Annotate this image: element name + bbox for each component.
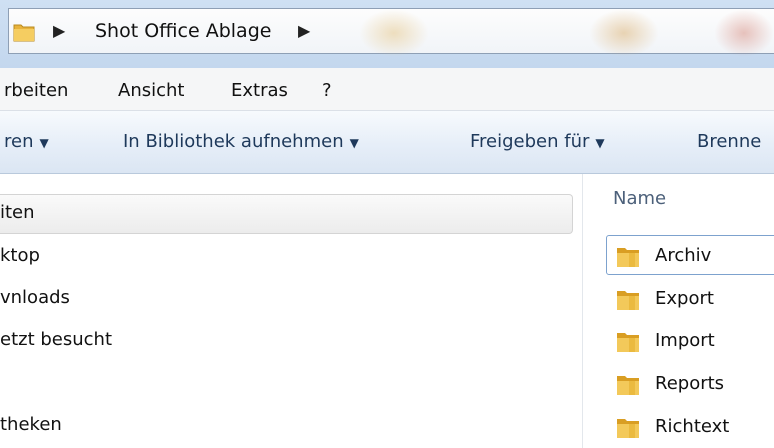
menu-bar: rbeiten Ansicht Extras ? bbox=[0, 68, 774, 111]
folder-icon bbox=[617, 291, 639, 310]
toolbar-organize-button[interactable]: ren ▼ bbox=[4, 131, 49, 152]
toolbar-burn-label: Brenne bbox=[697, 131, 762, 152]
folder-icon bbox=[617, 419, 639, 438]
menu-view[interactable]: Ansicht bbox=[118, 80, 184, 101]
file-list: Name Archiv Export Import Reports Richte… bbox=[583, 174, 774, 448]
toolbar-share-button[interactable]: Freigeben für ▼ bbox=[470, 131, 605, 152]
nav-item-favorites[interactable]: iten bbox=[0, 202, 35, 223]
toolbar-organize-label: ren bbox=[4, 131, 34, 152]
file-name: Reports bbox=[655, 373, 725, 394]
navigation-pane: iten ktop vnloads etzt besucht theken bbox=[0, 174, 582, 448]
breadcrumb-arrow-icon[interactable]: ▶ bbox=[53, 21, 65, 40]
menu-help[interactable]: ? bbox=[322, 80, 332, 101]
folder-icon bbox=[617, 333, 639, 352]
nav-item-recent-places[interactable]: etzt besucht bbox=[0, 329, 112, 350]
folder-icon bbox=[617, 248, 639, 267]
menu-extras[interactable]: Extras bbox=[231, 80, 288, 101]
menu-edit[interactable]: rbeiten bbox=[4, 80, 68, 101]
file-name: Archiv bbox=[655, 245, 712, 266]
address-bar-background-glare bbox=[589, 9, 659, 57]
breadcrumb-arrow-icon[interactable]: ▶ bbox=[298, 21, 310, 40]
nav-item-downloads[interactable]: vnloads bbox=[0, 287, 70, 308]
chevron-down-icon: ▼ bbox=[39, 136, 49, 150]
file-name: Import bbox=[655, 330, 715, 351]
folder-icon bbox=[617, 376, 639, 395]
toolbar-burn-button[interactable]: Brenne bbox=[697, 131, 761, 152]
command-bar: ren ▼ In Bibliothek aufnehmen ▼ Freigeben … bbox=[0, 111, 774, 174]
nav-selection-highlight bbox=[0, 194, 573, 234]
address-bar-area: ▶ Shot Office Ablage ▶ bbox=[0, 0, 774, 68]
file-name: Richtext bbox=[655, 416, 730, 437]
toolbar-library-label: In Bibliothek aufnehmen bbox=[123, 131, 344, 152]
column-header-name[interactable]: Name bbox=[613, 188, 666, 209]
address-bar[interactable]: ▶ Shot Office Ablage ▶ bbox=[8, 8, 774, 57]
address-bar-background-glare bbox=[714, 9, 774, 57]
nav-item-desktop[interactable]: ktop bbox=[0, 245, 40, 266]
address-bar-background-glare bbox=[359, 9, 429, 57]
file-name: Export bbox=[655, 288, 714, 309]
toolbar-share-label: Freigeben für bbox=[470, 131, 590, 152]
breadcrumb-item[interactable]: Shot Office Ablage bbox=[95, 20, 271, 42]
chevron-down-icon: ▼ bbox=[595, 136, 605, 150]
nav-item-libraries[interactable]: theken bbox=[0, 414, 62, 435]
toolbar-library-button[interactable]: In Bibliothek aufnehmen ▼ bbox=[123, 131, 359, 152]
folder-icon bbox=[13, 24, 35, 42]
chevron-down-icon: ▼ bbox=[349, 136, 359, 150]
